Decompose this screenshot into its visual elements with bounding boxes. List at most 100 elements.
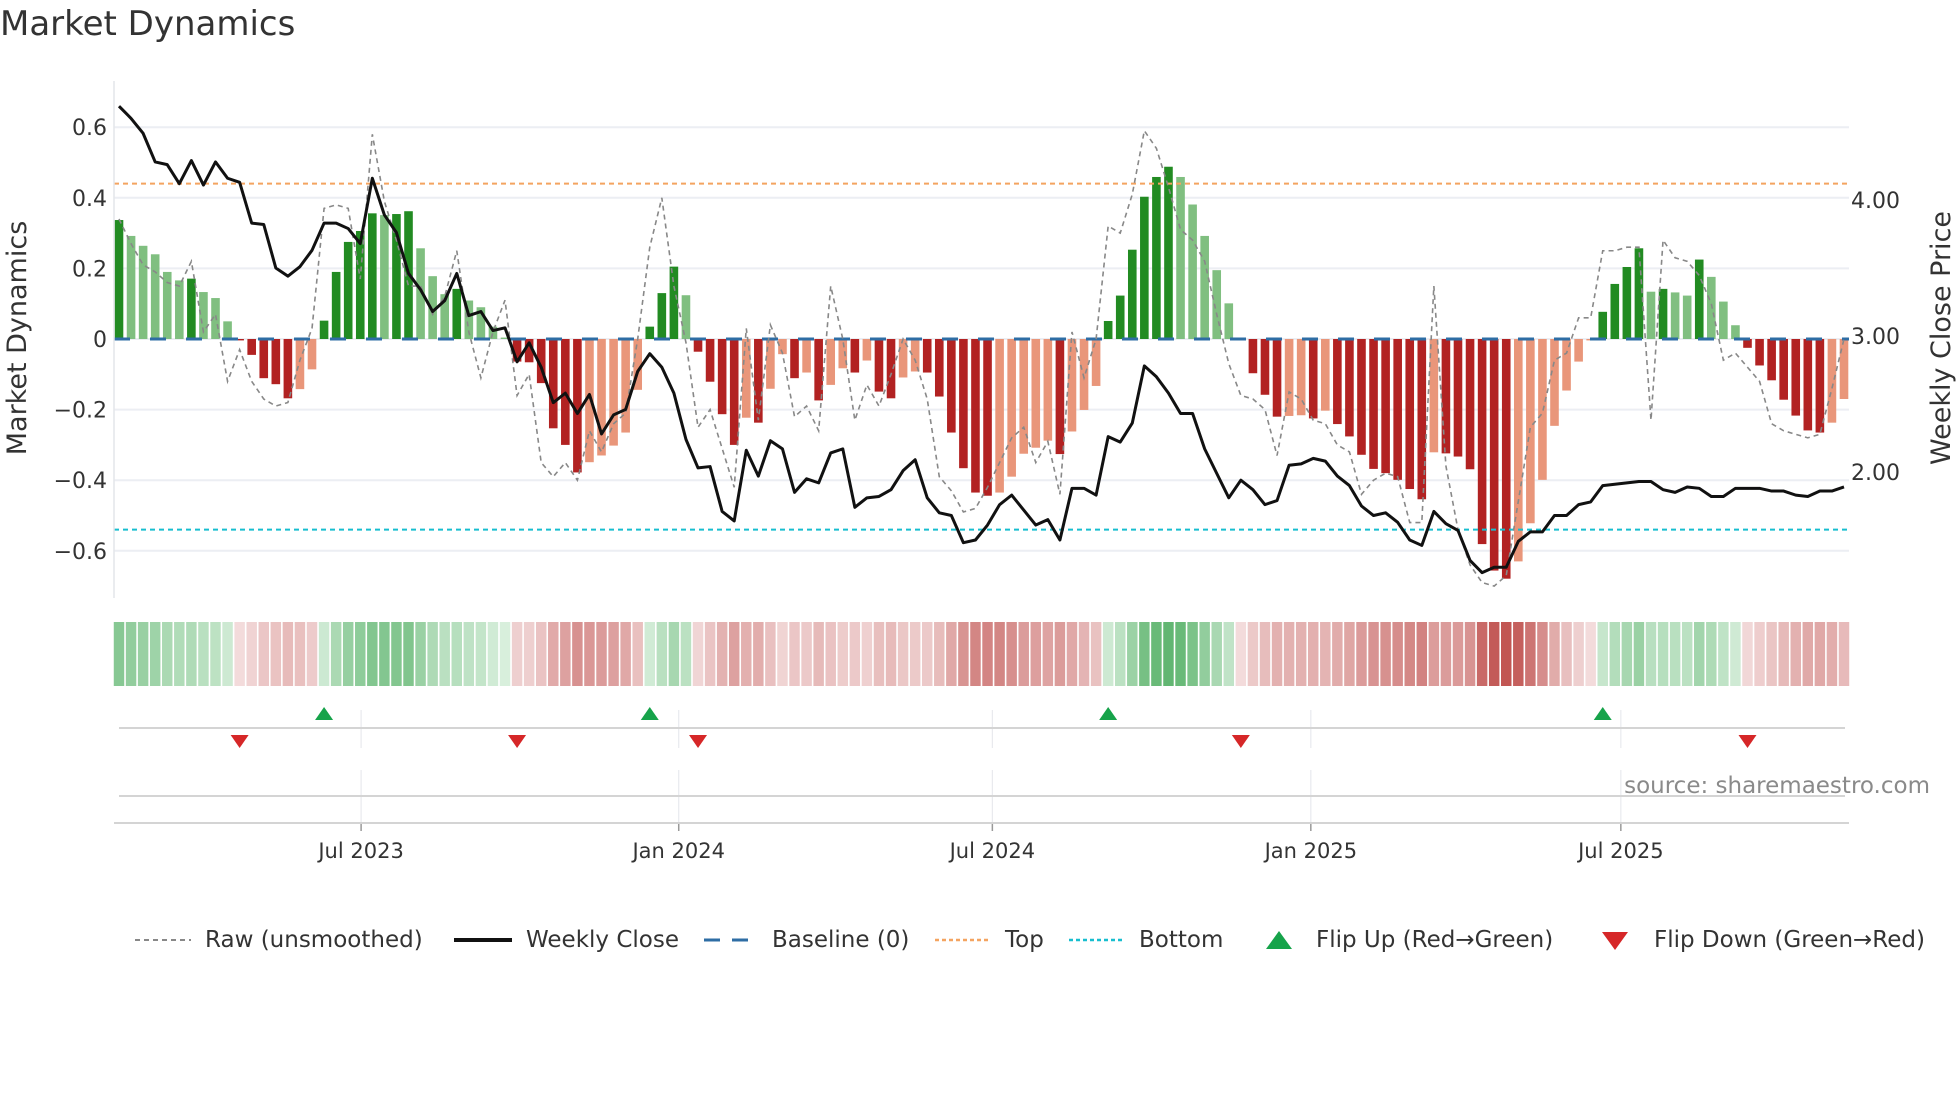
md-bar: [934, 339, 944, 397]
heat-cell: [1320, 622, 1331, 686]
y2-tick-label: 4.00: [1851, 189, 1900, 214]
heat-cell: [234, 622, 245, 686]
heat-cell: [499, 622, 511, 686]
heat-cell: [463, 622, 475, 686]
md-bar: [307, 339, 317, 370]
md-bar: [1176, 176, 1185, 339]
heat-cell: [560, 622, 571, 686]
flip-up-marker: [640, 707, 659, 720]
md-bar: [1381, 339, 1390, 474]
legend-label-bottom: Bottom: [1139, 927, 1224, 953]
heat-cell: [1621, 622, 1633, 686]
heat-cell: [632, 622, 643, 686]
heat-cell: [403, 622, 414, 686]
md-bar: [1284, 339, 1294, 416]
x-tick-label: Jul 2023: [316, 839, 403, 863]
md-bar: [995, 339, 1004, 493]
heat-cell: [1754, 622, 1765, 686]
heat-cell: [330, 622, 342, 686]
md-bar: [1308, 339, 1318, 419]
heat-cell: [1597, 622, 1608, 686]
heat-cell: [813, 622, 824, 686]
heat-cell: [439, 622, 450, 686]
heat-cell: [1151, 622, 1162, 686]
md-bar: [717, 339, 727, 415]
md-bar: [1067, 339, 1077, 432]
source-credit: source: sharemaestro.com: [1624, 773, 1930, 799]
y-tick-label: 0: [93, 328, 107, 353]
heat-cell: [1066, 622, 1078, 686]
heat-cell: [1645, 622, 1657, 686]
md-bar: [319, 320, 329, 339]
legend-label-top: Top: [1005, 927, 1044, 953]
legend-item-close: Weekly Close: [454, 922, 679, 958]
heat-cell: [210, 622, 221, 686]
heat-cell: [608, 622, 619, 686]
heat-cell: [620, 622, 631, 686]
heat-cell: [1609, 622, 1621, 686]
heat-cell: [1187, 622, 1198, 686]
md-bar: [1550, 339, 1559, 426]
md-bar: [1103, 320, 1113, 339]
heat-cell: [1476, 622, 1488, 686]
legend: Raw (unsmoothed) Weekly Close Baseline (…: [0, 922, 1960, 958]
heat-cell: [475, 622, 487, 686]
dashed-line-icon: [704, 938, 758, 942]
heat-cell: [1742, 622, 1753, 686]
flip-up-marker: [1593, 707, 1612, 720]
md-bar: [669, 266, 679, 339]
heat-cell: [982, 622, 993, 686]
heat-cell: [282, 622, 294, 686]
md-bar: [1501, 339, 1511, 579]
heat-cell: [584, 622, 595, 686]
heat-cell: [873, 622, 885, 686]
legend-item-raw: Raw (unsmoothed): [135, 922, 423, 958]
md-bar: [283, 339, 293, 399]
md-bar: [1465, 339, 1475, 470]
heat-cell: [1054, 622, 1066, 686]
heat-cell: [1488, 622, 1500, 686]
heat-cell: [1127, 622, 1138, 686]
heat-cell: [1525, 622, 1536, 686]
legend-label-baseline: Baseline (0): [772, 927, 910, 953]
heat-cell: [1814, 622, 1826, 686]
heat-cell: [1694, 622, 1705, 686]
heat-cell: [668, 622, 680, 686]
md-bar: [1333, 339, 1342, 425]
heat-cell: [572, 622, 583, 686]
dotted-line-icon: [1069, 938, 1125, 942]
flip-up-marker: [1099, 707, 1118, 720]
y-tick-label: 0.6: [72, 116, 107, 141]
md-bar: [910, 339, 920, 372]
heat-cell: [1549, 622, 1560, 686]
heat-cell: [1428, 622, 1440, 686]
md-bar: [1417, 339, 1427, 500]
md-bar: [1827, 339, 1837, 423]
heat-cell: [1356, 622, 1367, 686]
heat-cell: [1380, 622, 1391, 686]
y2-tick-label: 3.00: [1851, 325, 1900, 350]
heat-cell: [921, 622, 933, 686]
md-bar: [1514, 339, 1523, 562]
md-bar: [1320, 339, 1330, 411]
md-bar: [1574, 339, 1583, 362]
heat-cell: [198, 622, 209, 686]
y-axis-label: Market Dynamics: [2, 221, 33, 456]
md-bar: [705, 339, 715, 382]
heat-cell: [1344, 622, 1355, 686]
heat-cell: [1090, 622, 1102, 686]
heat-cell: [1826, 622, 1838, 686]
heat-cell: [1778, 622, 1789, 686]
heat-cell: [535, 622, 547, 686]
md-bar: [331, 271, 341, 339]
md-bar: [766, 339, 775, 389]
md-bar: [1489, 339, 1499, 571]
md-bar: [971, 339, 980, 493]
heat-cell: [1271, 622, 1283, 686]
heat-cell: [113, 622, 125, 686]
heat-cell: [1295, 622, 1307, 686]
heat-cell: [704, 622, 716, 686]
y2-axis-label: Weekly Close Price: [1926, 211, 1957, 465]
heat-cell: [174, 622, 185, 686]
flip-down-marker: [1738, 735, 1757, 748]
